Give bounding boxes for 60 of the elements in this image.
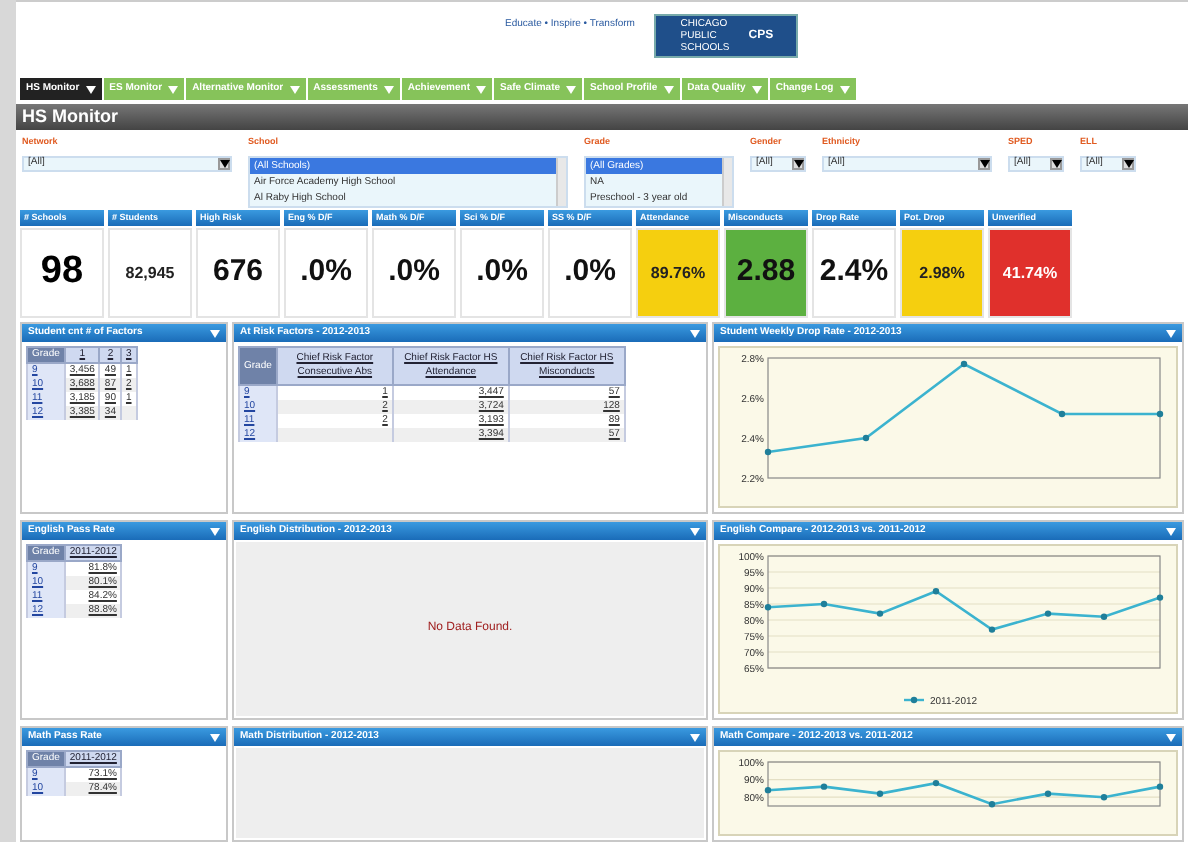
data-point bbox=[820, 599, 828, 607]
data-point bbox=[764, 603, 772, 610]
kpi-value: .0% bbox=[564, 252, 616, 293]
kpi-value: 2.98% bbox=[919, 261, 965, 285]
scrollbar[interactable] bbox=[722, 157, 732, 206]
data-point bbox=[862, 433, 870, 441]
panel-menu-icon bbox=[1166, 527, 1176, 535]
dropdown-arrow-icon bbox=[751, 85, 762, 93]
data-point bbox=[932, 778, 940, 786]
data-point bbox=[764, 447, 772, 455]
data-point bbox=[1058, 409, 1066, 417]
dropdown-arrow-icon bbox=[289, 85, 300, 93]
data-point bbox=[764, 785, 772, 793]
kpi-value: .0% bbox=[388, 252, 440, 293]
data-point bbox=[932, 587, 940, 594]
data-point bbox=[988, 800, 996, 807]
kpi-value: .0% bbox=[476, 252, 528, 293]
kpi-value: 2.88 bbox=[736, 252, 796, 293]
panel-menu-icon bbox=[690, 733, 700, 741]
data-point bbox=[1100, 612, 1108, 619]
dropdown-arrow-icon bbox=[168, 85, 179, 93]
data-point bbox=[876, 609, 884, 616]
dropdown-arrow-icon bbox=[383, 85, 394, 93]
data-point bbox=[1100, 793, 1108, 800]
dropdown-arrow-icon bbox=[1123, 159, 1133, 168]
data-point bbox=[988, 625, 996, 632]
kpi-value: 676 bbox=[212, 252, 264, 293]
data-point bbox=[1044, 789, 1052, 796]
legend-marker-icon bbox=[904, 695, 924, 703]
panel-menu-icon bbox=[1166, 329, 1176, 337]
data-point bbox=[960, 359, 968, 367]
dropdown-arrow-icon bbox=[979, 159, 989, 168]
dropdown-arrow-icon bbox=[839, 85, 850, 93]
panel-menu-icon bbox=[210, 329, 220, 337]
data-point bbox=[1044, 609, 1052, 616]
data-point bbox=[820, 782, 828, 789]
kpi-value: 98 bbox=[40, 248, 84, 297]
dropdown-arrow-icon bbox=[1051, 159, 1061, 168]
dropdown-arrow-icon bbox=[85, 85, 96, 93]
data-point bbox=[1156, 593, 1164, 600]
data-point bbox=[876, 789, 884, 796]
panel-menu-icon bbox=[690, 527, 700, 535]
dropdown-arrow-icon bbox=[476, 85, 486, 93]
dropdown-arrow-icon bbox=[566, 85, 577, 93]
panel-menu-icon bbox=[210, 733, 220, 741]
scrollbar[interactable] bbox=[556, 157, 566, 206]
kpi-value: 89.76% bbox=[650, 261, 706, 285]
dropdown-arrow-icon bbox=[793, 159, 803, 168]
kpi-value: 41.74% bbox=[1002, 261, 1058, 285]
panel-menu-icon bbox=[210, 527, 220, 535]
data-point bbox=[1156, 782, 1164, 789]
kpi-value: 2.4% bbox=[819, 252, 889, 293]
dropdown-arrow-icon bbox=[663, 85, 674, 93]
panel-menu-icon bbox=[1166, 733, 1176, 741]
panel-menu-icon bbox=[690, 329, 700, 337]
page-title: HS Monitor bbox=[22, 103, 118, 130]
kpi-value: 82,945 bbox=[125, 261, 175, 285]
kpi-value: .0% bbox=[300, 252, 352, 293]
data-point bbox=[1156, 409, 1164, 417]
dropdown-arrow-icon bbox=[219, 159, 229, 168]
